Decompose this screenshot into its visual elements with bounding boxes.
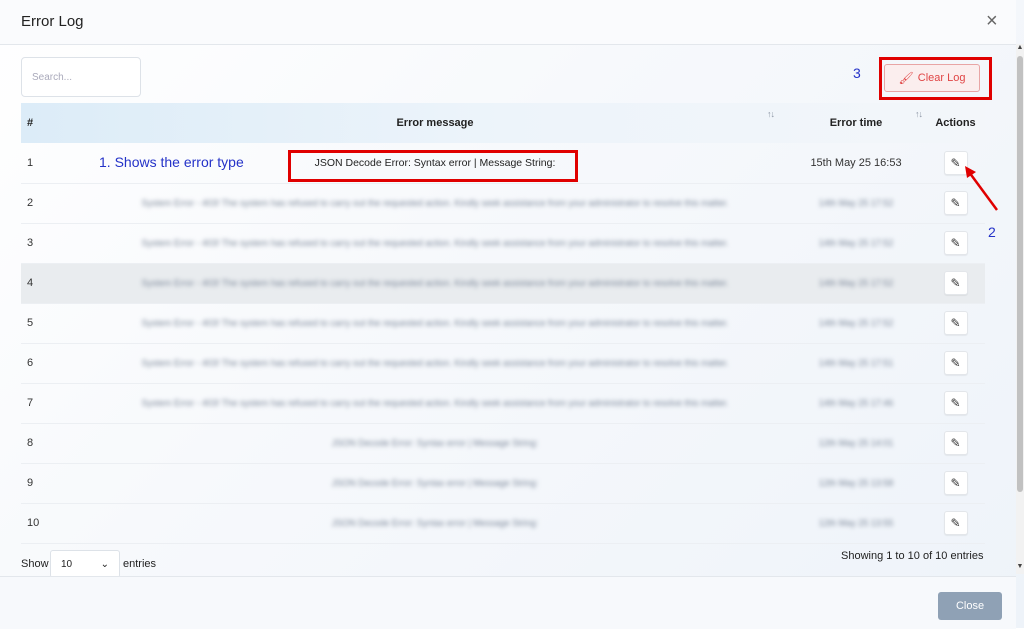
scroll-down-arrow-icon[interactable]: ▼ [1016, 563, 1024, 573]
error-message: System Error - 403! The system has refus… [141, 358, 729, 368]
error-message: JSON Decode Error: Syntax error | Messag… [331, 438, 539, 448]
edit-icon[interactable]: ✎ [943, 351, 968, 375]
column-header-number-label: # [27, 117, 34, 129]
column-header-error-message[interactable]: Error message ↑↓ [84, 103, 786, 143]
table-row: 6 System Error - 403! The system has refu… [21, 343, 985, 383]
annotation-box-3 [879, 57, 992, 100]
error-time: 12th May 25 13:55 [818, 518, 894, 528]
column-header-actions: Actions [926, 103, 985, 143]
edit-icon[interactable]: ✎ [943, 471, 968, 495]
row-number: 1 [27, 156, 34, 169]
row-number: 2 [27, 197, 34, 209]
error-message: JSON Decode Error: Syntax error | Messag… [331, 478, 539, 488]
table-row: 5 System Error - 403! The system has refu… [21, 303, 985, 343]
row-number: 3 [27, 237, 34, 249]
chevron-down-icon: ⌄ [100, 558, 109, 570]
annotation-box-1 [288, 150, 578, 182]
row-number: 10 [27, 517, 40, 529]
edit-icon[interactable]: ✎ [943, 231, 968, 255]
entries-per-page-select[interactable]: 10 ⌄ [50, 550, 120, 578]
annotation-label-1: 1. Shows the error type [99, 154, 244, 170]
close-button[interactable]: Close [938, 592, 1002, 620]
column-header-actions-label: Actions [935, 117, 976, 129]
annotation-arrow-2 [965, 166, 999, 211]
edit-icon[interactable]: ✎ [943, 311, 968, 335]
show-label: Show [21, 558, 49, 570]
row-number: 5 [27, 317, 34, 329]
error-time: 14th May 25 17:52 [818, 278, 894, 288]
column-header-error-time-label: Error time [829, 117, 883, 129]
error-time: 14th May 25 17:46 [818, 398, 894, 408]
sort-icon[interactable]: ↑↓ [915, 109, 923, 119]
column-header-number[interactable]: # [21, 103, 84, 143]
row-number: 4 [27, 277, 34, 289]
scrollbar-thumb[interactable] [1017, 56, 1023, 492]
entries-label: entries [123, 558, 157, 570]
table-row: 8 JSON Decode Error: Syntax error | Messa… [21, 423, 985, 463]
table-row: 10 JSON Decode Error: Syntax error | Mess… [21, 503, 985, 543]
error-time: 12th May 25 13:58 [818, 478, 894, 488]
error-time: 14th May 25 17:52 [818, 198, 894, 208]
error-message: JSON Decode Error: Syntax error | Messag… [331, 518, 539, 528]
error-message: System Error - 403! The system has refus… [141, 278, 729, 288]
table-row: 2 System Error - 403! The system has refu… [21, 183, 985, 223]
row-number: 9 [27, 477, 34, 489]
annotation-label-3: 3 [853, 65, 861, 81]
row-number: 8 [27, 437, 34, 449]
error-message: System Error - 403! The system has refus… [141, 198, 729, 208]
table-row: 7 System Error - 403! The system has refu… [21, 383, 985, 423]
error-message: System Error - 403! The system has refus… [141, 398, 729, 408]
table-header-row: # Error message ↑↓ Error time ↑↓ Actions [21, 103, 985, 143]
scroll-up-arrow-icon[interactable]: ▲ [1016, 44, 1024, 54]
error-message: System Error - 403! The system has refus… [141, 238, 729, 248]
annotation-label-2: 2 [988, 224, 996, 240]
edit-icon[interactable]: ✎ [943, 391, 968, 415]
close-icon[interactable]: × [986, 9, 998, 33]
pagination-info: Showing 1 to 10 of 10 entries [841, 550, 984, 562]
error-message: System Error - 403! The system has refus… [141, 318, 729, 328]
modal-header: Error Log [0, 0, 1016, 45]
search-input[interactable] [21, 57, 141, 97]
sort-icon[interactable]: ↑↓ [767, 109, 775, 119]
row-number: 7 [27, 397, 34, 409]
table-row: 4 System Error - 403! The system has refu… [21, 263, 985, 303]
edit-icon[interactable]: ✎ [943, 511, 968, 535]
table-row: 9 JSON Decode Error: Syntax error | Messa… [21, 463, 985, 503]
modal-title: Error Log [21, 13, 84, 30]
edit-icon[interactable]: ✎ [943, 431, 968, 455]
error-time: 14th May 25 17:51 [818, 358, 894, 368]
error-time: 12th May 25 14:01 [818, 438, 894, 448]
modal-footer [0, 576, 1016, 629]
error-time: 14th May 25 17:52 [818, 318, 894, 328]
table-row: 3 System Error - 403! The system has refu… [21, 223, 985, 263]
edit-icon[interactable]: ✎ [943, 271, 968, 295]
error-time: 15th May 25 16:53 [810, 156, 902, 169]
column-header-error-message-label: Error message [396, 117, 474, 129]
column-header-error-time[interactable]: Error time ↑↓ [786, 103, 926, 143]
row-number: 6 [27, 357, 34, 369]
error-time: 14th May 25 17:52 [818, 238, 894, 248]
entries-per-page-value: 10 [61, 558, 73, 570]
